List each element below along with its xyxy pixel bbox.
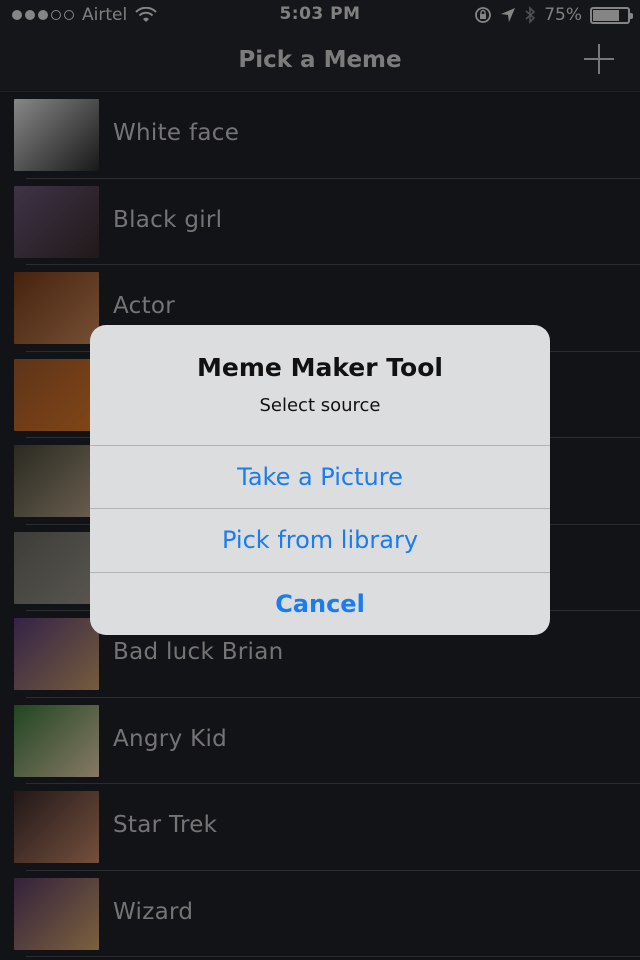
pick-from-library-button[interactable]: Pick from library [90, 508, 550, 571]
alert-message: Select source [259, 395, 381, 416]
alert-dialog: Meme Maker Tool Select source Take a Pic… [90, 325, 550, 635]
cancel-button[interactable]: Cancel [90, 572, 550, 635]
take-picture-button[interactable]: Take a Picture [90, 445, 550, 508]
alert-title: Meme Maker Tool [197, 353, 443, 382]
